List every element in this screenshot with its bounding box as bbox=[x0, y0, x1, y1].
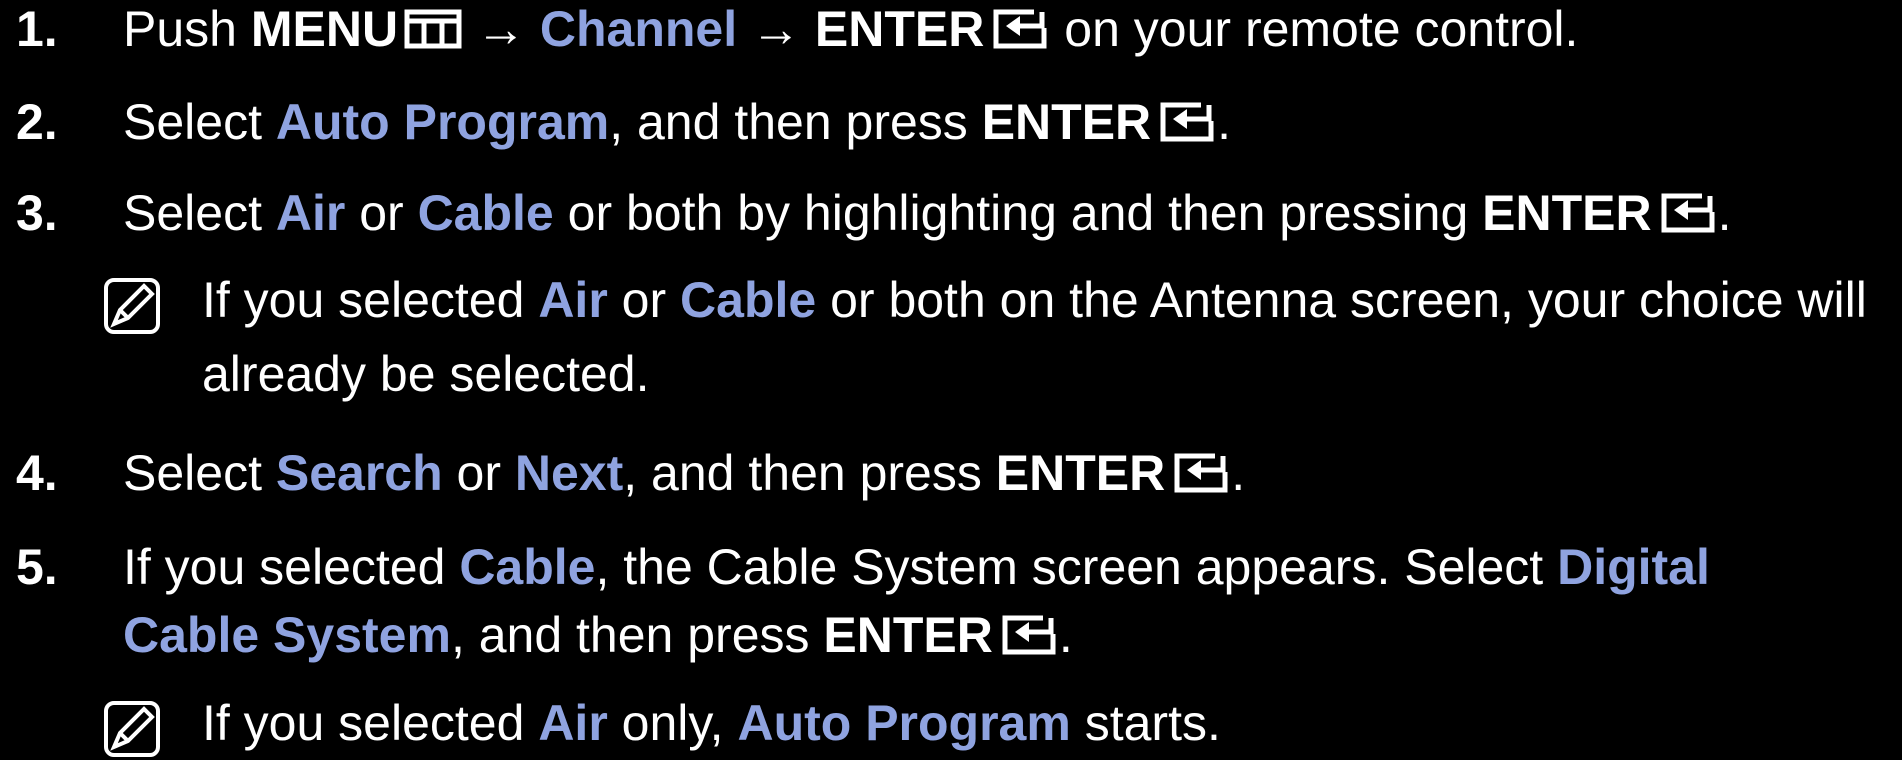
note-text-line-1: If you selected Air or Cable or both on … bbox=[202, 263, 1867, 337]
next-label: Next bbox=[514, 445, 624, 501]
text-fragment: or both on the Antenna screen, your choi… bbox=[816, 272, 1867, 328]
cable-label: Cable bbox=[680, 272, 817, 328]
step-text: Select Air or Cable or both by highlight… bbox=[123, 178, 1732, 248]
text-fragment: on your remote control. bbox=[1050, 1, 1579, 57]
step-text: Select Auto Program, and then press ENTE… bbox=[123, 87, 1231, 157]
text-fragment: . bbox=[1058, 607, 1073, 663]
text-fragment: Select bbox=[123, 94, 276, 150]
text-fragment: Push bbox=[123, 1, 251, 57]
step-text: Select Search or Next, and then press EN… bbox=[123, 438, 1245, 508]
enter-label: ENTER bbox=[823, 607, 993, 663]
text-fragment: , the Cable System screen appears. Selec… bbox=[595, 539, 1558, 595]
enter-icon bbox=[993, 9, 1047, 49]
enter-icon bbox=[1661, 193, 1715, 233]
digital-label: Digital bbox=[1557, 539, 1710, 595]
text-fragment: only, bbox=[607, 695, 738, 751]
note-text: If you selected Air only, Auto Program s… bbox=[202, 686, 1221, 760]
text-fragment: → bbox=[737, 1, 815, 57]
step-number: 3. bbox=[16, 185, 58, 241]
cable-label: Cable bbox=[417, 185, 554, 241]
text-fragment: . bbox=[1717, 185, 1732, 241]
channel-label: Channel bbox=[539, 1, 738, 57]
text-fragment: Select bbox=[123, 185, 276, 241]
menu-icon bbox=[404, 9, 462, 49]
air-label: Air bbox=[275, 185, 346, 241]
step-text: Push MENU → Channel → ENTER on your remo… bbox=[123, 0, 1578, 64]
text-fragment: . bbox=[1217, 94, 1232, 150]
step-number: 2. bbox=[16, 94, 58, 150]
cable-label: Cable bbox=[459, 539, 596, 595]
note-icon bbox=[104, 701, 160, 757]
enter-icon bbox=[1160, 102, 1214, 142]
text-fragment: or bbox=[345, 185, 418, 241]
text-fragment: If you selected bbox=[123, 539, 460, 595]
text-fragment: → bbox=[462, 1, 540, 57]
enter-label: ENTER bbox=[814, 1, 985, 57]
enter-label: ENTER bbox=[981, 94, 1152, 150]
text-fragment: starts. bbox=[1070, 695, 1221, 751]
air-label: Air bbox=[538, 695, 608, 751]
text-fragment: If you selected bbox=[202, 272, 539, 328]
enter-label: ENTER bbox=[995, 445, 1166, 501]
instruction-page: 1. Push MENU → Channel → ENTER on your r… bbox=[0, 0, 1902, 757]
enter-label: ENTER bbox=[1482, 185, 1652, 241]
air-label: Air bbox=[538, 272, 608, 328]
note-icon bbox=[104, 278, 160, 334]
step-number: 4. bbox=[16, 445, 58, 501]
auto-program-label: Auto Program bbox=[737, 695, 1071, 751]
cable-system-label: Cable System bbox=[123, 607, 451, 663]
step-text-line-1: If you selected Cable, the Cable System … bbox=[123, 532, 1710, 602]
text-fragment: Select bbox=[123, 445, 276, 501]
enter-icon bbox=[1174, 453, 1228, 493]
text-fragment: , and then press bbox=[609, 94, 982, 150]
step-number: 1. bbox=[16, 1, 58, 57]
auto-program-label: Auto Program bbox=[275, 94, 610, 150]
text-fragment: , and then press bbox=[623, 445, 996, 501]
menu-label: MENU bbox=[250, 1, 399, 57]
text-fragment: or bbox=[607, 272, 681, 328]
text-fragment: or bbox=[442, 445, 515, 501]
enter-icon bbox=[1002, 615, 1056, 655]
text-fragment: If you selected bbox=[202, 695, 539, 751]
step-number: 5. bbox=[16, 539, 58, 595]
search-label: Search bbox=[275, 445, 443, 501]
note-text-line-2: already be selected. bbox=[202, 346, 650, 402]
text-fragment: , and then press bbox=[450, 607, 824, 663]
text-fragment: . bbox=[1231, 445, 1246, 501]
step-text-line-2: Cable System, and then press ENTER. bbox=[123, 600, 1073, 670]
text-fragment: or both by highlighting and then pressin… bbox=[553, 185, 1483, 241]
